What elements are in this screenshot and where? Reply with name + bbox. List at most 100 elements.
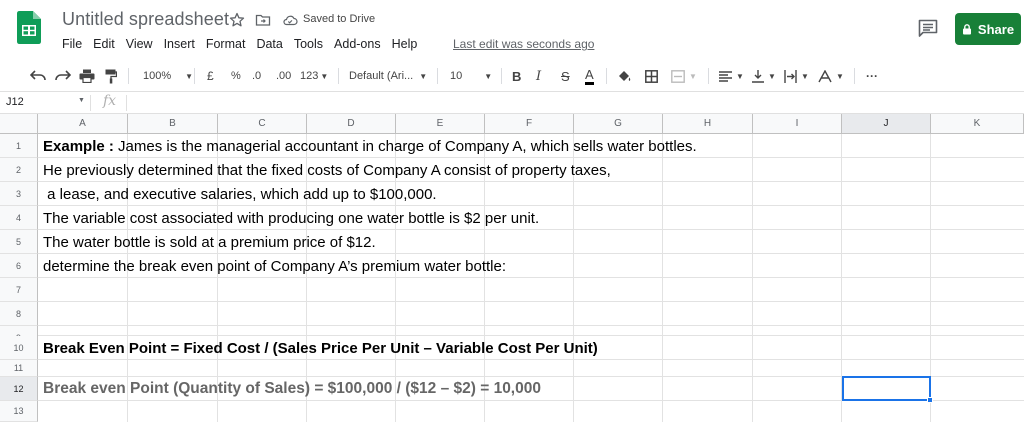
paint-format-icon[interactable] [105,60,117,92]
column-header-e[interactable]: E [396,114,485,134]
row-header-4[interactable]: 4 [0,206,38,230]
example-label: Example : [43,137,114,155]
comment-history-icon[interactable] [918,19,938,37]
formula-input[interactable] [134,96,1014,110]
redo-icon[interactable] [55,60,71,92]
cell-a5[interactable]: The water bottle is sold at a premium pr… [43,230,376,254]
more-options-icon[interactable]: ··· [866,60,878,92]
chevron-down-icon: ▼ [320,71,329,81]
column-header-g[interactable]: G [574,114,663,134]
zoom-select[interactable]: 100% ▼ [143,60,193,92]
menu-view[interactable]: View [126,37,153,51]
text-wrapping-icon[interactable]: ▼ [784,60,809,92]
fill-handle[interactable] [927,397,933,403]
name-box[interactable]: J12 ▼ [6,96,86,108]
menu-insert[interactable]: Insert [164,37,195,51]
menu-file[interactable]: File [62,37,82,51]
toolbar-divider [708,68,709,84]
menu-edit[interactable]: Edit [93,37,115,51]
cell-a3[interactable]: a lease, and executive salaries, which a… [43,182,436,206]
decrease-decimal-button[interactable]: .0 [252,60,261,92]
row-header-6[interactable]: 6 [0,254,38,278]
select-all-corner[interactable] [0,114,38,134]
menu-add-ons[interactable]: Add-ons [334,37,381,51]
cell-a10[interactable]: Break Even Point = Fixed Cost / (Sales P… [43,336,598,360]
row-header-5[interactable]: 5 [0,230,38,254]
chevron-down-icon: ▼ [78,97,85,104]
chevron-down-icon: ▼ [801,71,809,81]
column-header-b[interactable]: B [128,114,218,134]
row-header-11[interactable]: 11 [0,360,38,377]
formula-divider [90,95,91,111]
format-percent-button[interactable]: % [231,60,241,92]
toolbar-divider [501,68,502,84]
toolbar-divider [128,68,129,84]
more-formats-label: 123 [300,70,319,82]
cell-a2[interactable]: He previously determined that the fixed … [43,158,611,182]
menu-tools[interactable]: Tools [294,37,323,51]
row-header-13[interactable]: 13 [0,401,38,422]
bold-icon[interactable]: B [512,60,521,92]
saved-status: Saved to Drive [303,13,376,25]
undo-icon[interactable] [30,60,46,92]
column-header-a[interactable]: A [38,114,128,134]
gridline [38,325,1024,326]
gridline [662,134,663,422]
gridline [38,301,1024,302]
row-header-2[interactable]: 2 [0,158,38,182]
column-header-c[interactable]: C [218,114,307,134]
font-size-select[interactable]: 10 ▼ [450,60,492,92]
text-color-icon[interactable]: A [585,60,594,92]
column-header-i[interactable]: I [753,114,842,134]
vertical-align-icon[interactable]: ▼ [752,60,776,92]
cloud-saved-icon[interactable] [282,12,298,28]
row-header-10[interactable]: 10 [0,336,38,360]
print-icon[interactable] [79,60,95,92]
increase-decimal-label: .00 [276,70,292,82]
last-edit-link[interactable]: Last edit was seconds ago [453,37,594,51]
column-header-h[interactable]: H [663,114,753,134]
column-header-f[interactable]: F [485,114,574,134]
column-header-d[interactable]: D [307,114,396,134]
move-to-folder-icon[interactable] [255,12,271,28]
cell-a1-text: James is the managerial accountant in ch… [113,137,697,155]
cell-reference: J12 [6,96,24,108]
column-header-j[interactable]: J [842,114,931,134]
fill-color-icon[interactable] [617,60,632,92]
zoom-value: 100% [143,70,172,82]
row-header-12[interactable]: 12 [0,377,38,401]
row-header-1[interactable]: 1 [0,134,38,158]
row-header-3[interactable]: 3 [0,182,38,206]
lock-icon [962,23,971,34]
title-bar: Untitled spreadsheet Saved to Drive File… [0,0,1024,58]
italic-icon[interactable]: I [536,60,541,92]
row-header-7[interactable]: 7 [0,278,38,302]
menu-data[interactable]: Data [256,37,282,51]
cell-a6[interactable]: determine the break even point of Compan… [43,254,506,278]
merge-cells-icon[interactable]: ▼ [671,60,697,92]
row-header-8[interactable]: 8 [0,302,38,326]
cell-a4[interactable]: The variable cost associated with produc… [43,206,539,230]
font-size-value: 10 [450,70,463,82]
text-rotation-icon[interactable]: ▼ [818,60,844,92]
font-family-select[interactable]: Default (Ari... ▼ [349,60,427,92]
increase-decimal-button[interactable]: .00 [276,60,291,92]
spreadsheet-grid[interactable]: A B C D E F G H I J K 1 2 3 4 5 6 7 8 9 … [0,114,1024,422]
selected-cell-j12[interactable] [842,376,933,403]
strikethrough-icon[interactable]: S [561,60,570,92]
share-button[interactable]: Share [955,13,1021,45]
star-icon[interactable] [229,12,245,28]
document-title[interactable]: Untitled spreadsheet [62,9,229,30]
menu-help[interactable]: Help [392,37,418,51]
share-label: Share [977,21,1015,37]
cell-a1[interactable]: Example : James is the managerial accoun… [43,134,697,158]
borders-icon[interactable] [645,60,658,92]
cell-a12[interactable]: Break even Point (Quantity of Sales) = $… [43,377,541,401]
horizontal-align-icon[interactable]: ▼ [719,60,744,92]
sheets-logo-icon[interactable] [17,11,41,44]
more-formats-select[interactable]: 123 ▼ [300,60,328,92]
column-header-k[interactable]: K [931,114,1024,134]
format-currency-button[interactable]: £ [207,60,214,92]
formula-bar: J12 ▼ fx [0,92,1024,114]
menu-format[interactable]: Format [206,37,246,51]
